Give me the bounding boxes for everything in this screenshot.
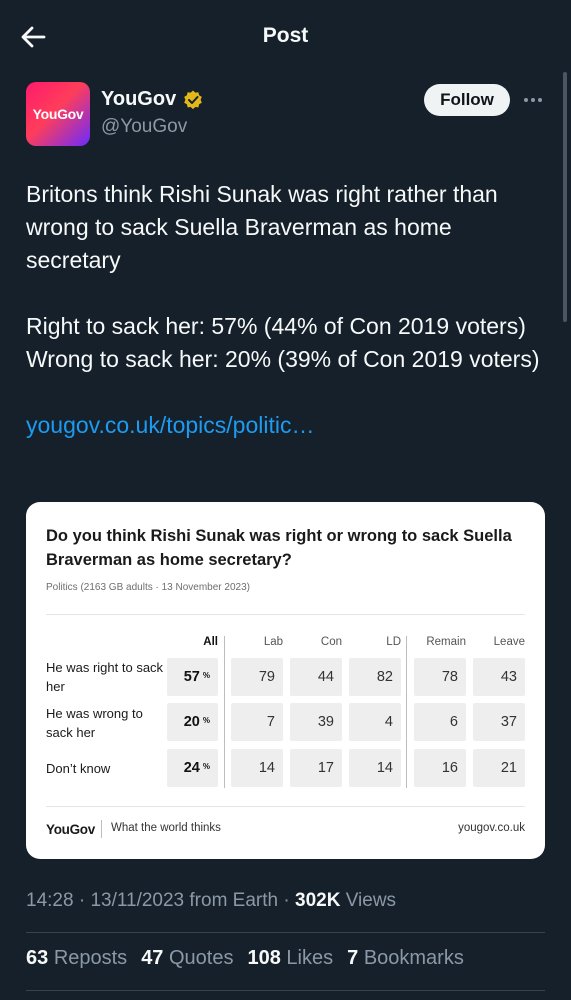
post-author: YouGov YouGov @YouGov Follow	[26, 82, 546, 146]
survey-card-image[interactable]: Do you think Rishi Sunak was right or wr…	[26, 502, 545, 859]
survey-question: Do you think Rishi Sunak was right or wr…	[46, 527, 512, 569]
cell-all: 20%	[167, 703, 218, 741]
row-label-dont-know: Don’t know	[46, 761, 111, 776]
stat-count: 108	[247, 947, 281, 969]
table-cell: 43	[473, 658, 525, 696]
scrollbar[interactable]	[563, 72, 567, 322]
table-cell: 14	[231, 749, 283, 787]
avatar[interactable]: YouGov	[26, 82, 90, 146]
author-display-name[interactable]: YouGov	[101, 88, 176, 111]
stat-bookmarks[interactable]: 7 Bookmarks	[347, 947, 464, 970]
table-cell: 6	[414, 703, 466, 741]
percent-sign: %	[202, 670, 210, 680]
column-divider	[224, 636, 225, 788]
post-meta: 14:28 · 13/11/2023 from Earth · 302K Vie…	[26, 890, 397, 911]
divider	[46, 614, 525, 615]
avatar-logo-text: YouGov	[32, 106, 84, 122]
table-cell: 21	[473, 749, 525, 787]
post-link[interactable]: yougov.co.uk/topics/politic…	[26, 412, 315, 438]
top-bar: Post	[0, 0, 571, 72]
stat-reposts[interactable]: 63 Reposts	[26, 947, 127, 970]
footer-url: yougov.co.uk	[458, 822, 525, 834]
post-source: from Earth	[189, 890, 279, 911]
follow-button[interactable]: Follow	[424, 84, 510, 116]
stat-count: 47	[141, 947, 164, 969]
divider	[46, 806, 525, 807]
cell-value: 57	[183, 669, 200, 685]
divider	[26, 990, 545, 991]
post-text: Britons think Rishi Sunak was right rath…	[26, 178, 551, 442]
cell-value: 24	[183, 760, 200, 776]
table-cell: 7	[231, 703, 283, 741]
table-cell: 4	[349, 703, 401, 741]
column-divider	[406, 636, 407, 788]
stat-label: Reposts	[53, 947, 128, 969]
table-cell: 44	[290, 658, 342, 696]
table-cell: 78	[414, 658, 466, 696]
post-text-headline: Britons think Rishi Sunak was right rath…	[26, 181, 498, 273]
footer-tagline: What the world thinks	[111, 822, 221, 834]
table-cell: 14	[349, 749, 401, 787]
stat-label: Likes	[286, 947, 334, 969]
survey-subtitle: Politics (2163 GB adults · 13 November 2…	[46, 582, 250, 593]
row-label-wrong: He was wrong to sack her	[46, 706, 143, 740]
percent-sign: %	[202, 715, 210, 725]
post-date[interactable]: 13/11/2023	[90, 890, 184, 911]
author-handle[interactable]: @YouGov	[101, 116, 187, 138]
page-title: Post	[262, 24, 309, 47]
row-label-right: He was right to sack her	[46, 660, 164, 694]
verified-badge-icon	[184, 90, 202, 109]
more-options-icon[interactable]	[522, 90, 544, 110]
views-count: 302K	[295, 890, 341, 911]
engagement-stats: 63 Reposts 47 Quotes 108 Likes 7 Bookmar…	[26, 947, 464, 970]
table-cell: 16	[414, 749, 466, 787]
column-header-leave: Leave	[493, 636, 525, 648]
percent-sign: %	[202, 761, 210, 771]
cell-value: 20	[183, 714, 200, 730]
column-header-all: All	[203, 636, 218, 648]
yougov-logo: YouGov	[46, 822, 95, 837]
column-header-lab: Lab	[263, 636, 283, 648]
post-time[interactable]: 14:28	[26, 890, 74, 911]
post-text-right: Right to sack her: 57% (44% of Con 2019 …	[26, 313, 526, 339]
stat-count: 63	[26, 947, 49, 969]
column-header-remain: Remain	[426, 636, 466, 648]
table-cell: 39	[290, 703, 342, 741]
stat-count: 7	[347, 947, 359, 969]
table-cell: 17	[290, 749, 342, 787]
column-header-con: Con	[320, 636, 342, 648]
stat-quotes[interactable]: 47 Quotes	[141, 947, 233, 970]
table-cell: 79	[231, 658, 283, 696]
views-label: Views	[345, 890, 397, 911]
table-cell: 82	[349, 658, 401, 696]
cell-all: 24%	[167, 749, 218, 787]
table-cell: 37	[473, 703, 525, 741]
stat-label: Bookmarks	[363, 947, 464, 969]
footer-separator	[101, 820, 102, 838]
cell-all: 57%	[167, 658, 218, 696]
column-header-ld: LD	[386, 636, 401, 648]
post-text-wrong: Wrong to sack her: 20% (39% of Con 2019 …	[26, 346, 540, 372]
stat-label: Quotes	[169, 947, 234, 969]
stat-likes[interactable]: 108 Likes	[247, 947, 333, 970]
divider	[26, 932, 545, 933]
